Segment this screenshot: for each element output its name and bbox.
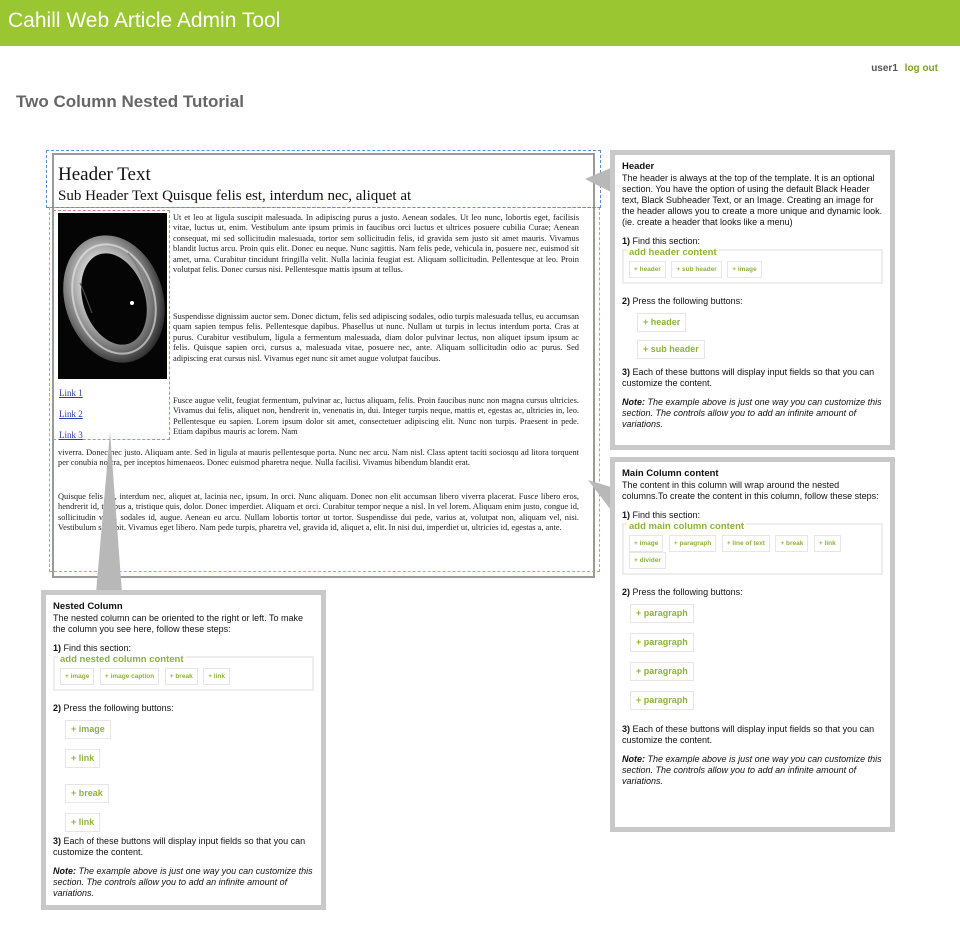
ring-image: [58, 213, 167, 379]
add-link-button[interactable]: + link: [65, 749, 101, 768]
section-title: add header content: [627, 247, 719, 258]
article-subheader: Sub Header Text Quisque felis est, inter…: [58, 188, 412, 204]
header-help-panel: Header The header is always at the top o…: [610, 150, 895, 450]
nested-link-1[interactable]: Link 1: [59, 388, 83, 398]
mini-paragraph-button[interactable]: + paragraph: [668, 535, 717, 552]
panel-note: Note: The example above is just one way …: [622, 397, 882, 429]
panel-description: The content in this column will wrap aro…: [622, 480, 879, 501]
nested-link-2[interactable]: Link 2: [59, 409, 83, 419]
mini-image-button[interactable]: + image: [727, 261, 762, 278]
step-3: 3) Each of these buttons will display in…: [53, 836, 306, 857]
mini-break-button[interactable]: + break: [164, 668, 198, 685]
panel-title: Main Column content: [622, 468, 719, 479]
panel-description: The nested column can be oriented to the…: [53, 613, 303, 634]
mini-line-of-text-button[interactable]: + line of text: [721, 535, 770, 552]
main-controls-box: add main column content + image + paragr…: [622, 521, 883, 575]
app-title: Cahill Web Article Admin Tool: [8, 9, 281, 32]
mini-image-button[interactable]: + image: [60, 668, 95, 685]
logout-link[interactable]: log out: [905, 63, 938, 74]
add-image-button[interactable]: + image: [65, 720, 111, 739]
article-header: Header Text: [58, 164, 151, 185]
section-title: add nested column content: [58, 654, 186, 665]
mini-header-button[interactable]: + header: [629, 261, 666, 278]
panel-note: Note: The example above is just one way …: [53, 866, 313, 898]
nested-callout-pointer: [96, 432, 122, 593]
add-paragraph-button[interactable]: + paragraph: [630, 691, 694, 710]
panel-title: Header: [622, 161, 655, 172]
step-2: 2) Press the following buttons:: [622, 296, 743, 306]
add-subheader-button[interactable]: + sub header: [637, 340, 705, 359]
mini-image-caption-button[interactable]: + image caption: [99, 668, 160, 685]
panel-title: Nested Column: [53, 601, 123, 612]
step-3: 3) Each of these buttons will display in…: [622, 724, 875, 745]
step-2: 2) Press the following buttons:: [622, 587, 743, 597]
mini-link-button[interactable]: + link: [813, 535, 841, 552]
panel-note: Note: The example above is just one way …: [622, 754, 882, 786]
panel-description: The header is always at the top of the t…: [622, 173, 883, 227]
mini-divider-button[interactable]: + divider: [629, 552, 666, 569]
article-paragraph-2: Suspendisse dignissim auctor sem. Donec …: [173, 312, 579, 363]
mini-image-button[interactable]: + image: [629, 535, 664, 552]
nested-link-3[interactable]: Link 3: [59, 430, 83, 440]
step-1: 1) Find this section:: [622, 236, 701, 246]
add-paragraph-button[interactable]: + paragraph: [630, 604, 694, 623]
add-header-button[interactable]: + header: [637, 313, 687, 332]
page-title: Two Column Nested Tutorial: [16, 92, 244, 111]
add-link-button[interactable]: + link: [65, 813, 101, 832]
nested-column-help-panel: Nested Column The nested column can be o…: [41, 590, 326, 910]
mini-break-button[interactable]: + break: [775, 535, 809, 552]
app-header-bar: Cahill Web Article Admin Tool: [0, 0, 960, 46]
step-1: 1) Find this section:: [622, 510, 701, 520]
article-paragraph-3: Fusce augue velit, feugiat fermentum, pu…: [173, 396, 579, 437]
header-controls-box: add header content + header + sub header…: [622, 247, 883, 284]
mini-link-button[interactable]: + link: [203, 668, 231, 685]
article-paragraph-5: Quisque felis est, interdum nec, aliquet…: [58, 492, 579, 533]
nested-controls-box: add nested column content + image + imag…: [53, 654, 314, 691]
step-3: 3) Each of these buttons will display in…: [622, 367, 875, 388]
step-1: 1) Find this section:: [53, 643, 132, 653]
nested-links: Link 1 Link 2 Link 3: [59, 388, 83, 451]
step-2: 2) Press the following buttons:: [53, 703, 174, 713]
add-paragraph-button[interactable]: + paragraph: [630, 633, 694, 652]
add-break-button[interactable]: + break: [65, 784, 109, 803]
main-column-help-panel: Main Column content The content in this …: [610, 457, 895, 832]
ring-image-graphic: [58, 213, 167, 379]
section-title: add main column content: [627, 521, 747, 532]
article-paragraph-4: viverra. Donec nec justo. Aliquam ante. …: [58, 448, 579, 468]
username: user1: [871, 63, 898, 74]
add-paragraph-button[interactable]: + paragraph: [630, 662, 694, 681]
mini-subheader-button[interactable]: + sub header: [671, 261, 722, 278]
article-paragraph-1: Ut et leo at ligula suscipit malesuada. …: [173, 213, 579, 275]
user-bar: user1 log out: [871, 63, 938, 74]
